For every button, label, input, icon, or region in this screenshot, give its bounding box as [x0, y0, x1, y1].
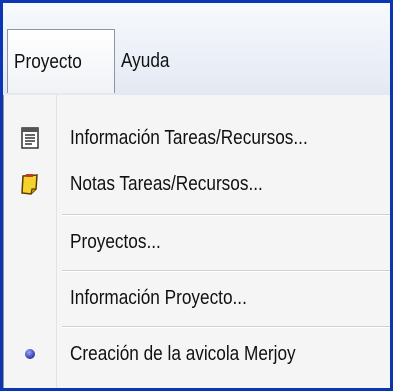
- menu-item-informacion-proyecto[interactable]: Información Proyecto...: [4, 275, 390, 321]
- menu-item-label: Notas Tareas/Recursos...: [70, 173, 263, 195]
- menu-item-label: Información Proyecto...: [70, 287, 247, 309]
- menu-item-label: Información Tareas/Recursos...: [70, 127, 308, 149]
- menu-item-label: Creación de la avicola Merjoy: [70, 343, 296, 365]
- menu-item-creacion-avicola-merjoy[interactable]: Creación de la avicola Merjoy: [4, 331, 390, 377]
- menu-separator: [62, 270, 390, 272]
- radio-bullet-icon: [18, 342, 42, 366]
- menu-bar: Proyecto Ayuda: [3, 3, 390, 95]
- proyecto-dropdown-menu: Información Tareas/Recursos... Notas Tar…: [3, 95, 390, 388]
- menu-proyecto-label: Proyecto: [14, 51, 82, 73]
- menu-separator: [62, 326, 390, 328]
- menu-ayuda[interactable]: Ayuda: [121, 41, 169, 81]
- notes-icon: [18, 172, 42, 196]
- menu-proyecto[interactable]: Proyecto: [7, 29, 115, 93]
- menu-item-proyectos[interactable]: Proyectos...: [4, 219, 390, 265]
- menu-item-informacion-tareas-recursos[interactable]: Información Tareas/Recursos...: [4, 115, 390, 161]
- menu-item-notas-tareas-recursos[interactable]: Notas Tareas/Recursos...: [4, 161, 390, 207]
- menu-item-label: Proyectos...: [70, 231, 161, 253]
- menu-separator: [62, 214, 390, 216]
- task-info-icon: [18, 126, 42, 150]
